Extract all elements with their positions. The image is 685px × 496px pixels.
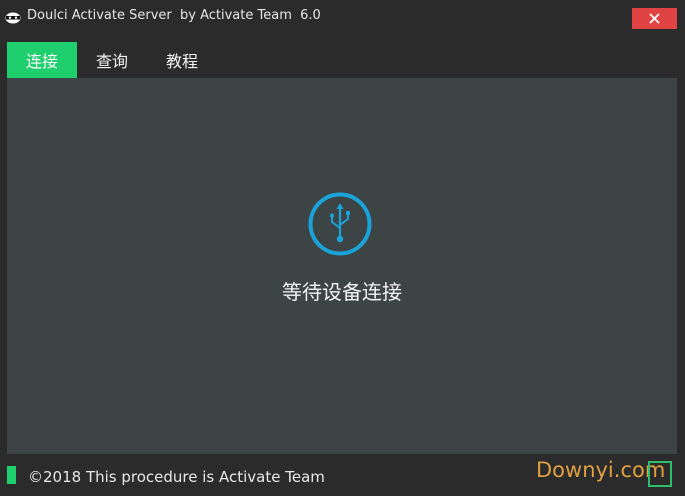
connect-panel: 等待设备连接 bbox=[7, 78, 677, 454]
connection-status-text: 等待设备连接 bbox=[282, 280, 402, 304]
usb-icon bbox=[308, 192, 372, 256]
copyright-text: ©2018 This procedure is Activate Team bbox=[28, 468, 325, 486]
ninja-mask-icon bbox=[5, 10, 21, 24]
status-indicator bbox=[7, 466, 16, 484]
window-title: Doulci Activate Server by Activate Team … bbox=[27, 8, 321, 23]
app-window: Doulci Activate Server by Activate Team … bbox=[0, 0, 685, 496]
tab-query[interactable]: 查询 bbox=[77, 42, 147, 78]
tab-connect[interactable]: 连接 bbox=[7, 42, 77, 78]
close-icon bbox=[649, 9, 660, 28]
title-bar[interactable]: Doulci Activate Server by Activate Team … bbox=[0, 0, 685, 36]
tab-tutorial[interactable]: 教程 bbox=[147, 42, 217, 78]
watermark-text: Downyi.com bbox=[536, 458, 666, 482]
tab-bar: 连接 查询 教程 bbox=[7, 42, 217, 78]
watermark-logo-icon bbox=[648, 461, 672, 487]
close-button[interactable] bbox=[632, 8, 677, 29]
